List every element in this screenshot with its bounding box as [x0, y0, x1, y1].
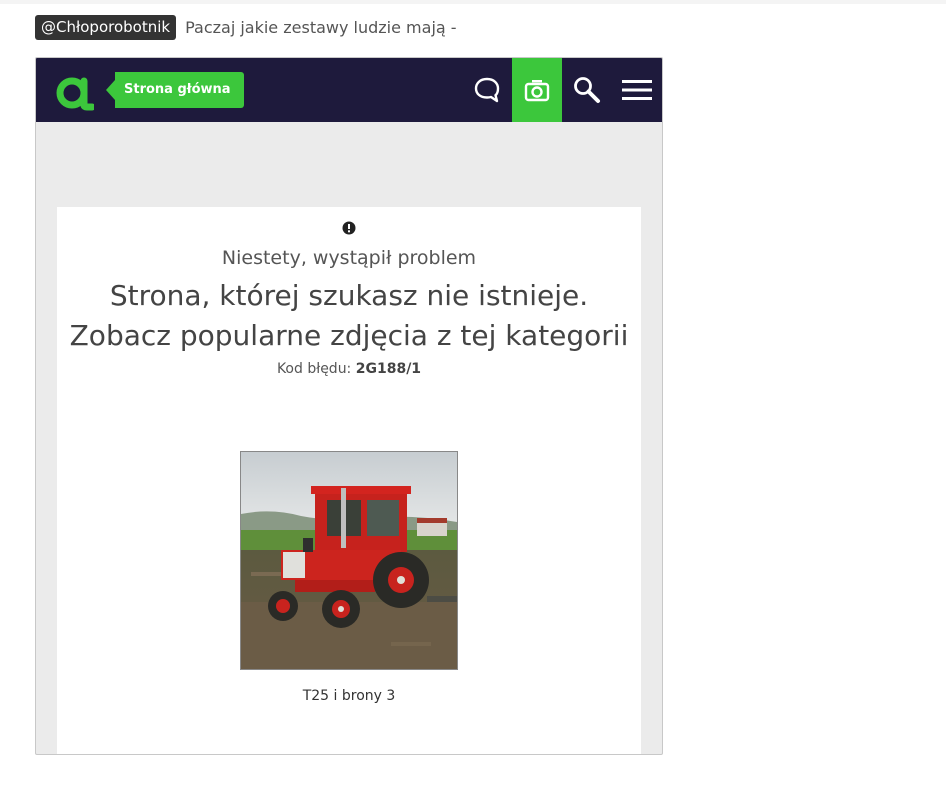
- featured-photo[interactable]: [240, 451, 458, 670]
- error-card: Niestety, wystąpił problem Strona, które…: [57, 207, 641, 754]
- site-logo-icon[interactable]: [54, 71, 94, 111]
- camera-icon: [524, 80, 550, 102]
- top-strip: [0, 0, 946, 4]
- user-mention[interactable]: @Chłoporobotnik: [35, 14, 177, 40]
- error-code: Kod błędu: 2G188/1: [57, 361, 641, 377]
- embedded-page: Strona główna Niestety, wystąpił problem…: [35, 57, 663, 755]
- error-code-value: 2G188/1: [355, 361, 422, 377]
- post-line: @Chłoporobotnik Paczaj jakie zestawy lud…: [35, 14, 457, 40]
- popular-photos-heading: Zobacz popularne zdjęcia z tej kategorii: [69, 319, 629, 352]
- home-button-label: Strona główna: [115, 72, 244, 108]
- chat-button[interactable]: [462, 58, 512, 122]
- home-button[interactable]: Strona główna: [106, 72, 244, 108]
- camera-button[interactable]: [512, 58, 562, 122]
- home-arrow-shape: [106, 80, 115, 100]
- top-navbar: Strona główna: [36, 58, 662, 122]
- search-button[interactable]: [562, 58, 612, 122]
- chat-icon: [474, 77, 500, 103]
- menu-button[interactable]: [612, 58, 662, 122]
- hamburger-menu-icon: [622, 80, 652, 100]
- post-text: Paczaj jakie zestawy ludzie mają -: [185, 17, 457, 37]
- tractor-photo-image: [241, 452, 457, 669]
- exclamation-icon: [342, 221, 356, 235]
- error-subtitle: Niestety, wystąpił problem: [221, 247, 477, 269]
- error-code-label: Kod błędu:: [276, 361, 352, 377]
- error-headline: Strona, której szukasz nie istnieje.: [109, 279, 589, 312]
- search-icon: [574, 77, 600, 103]
- photo-caption[interactable]: T25 i brony 3: [57, 688, 641, 704]
